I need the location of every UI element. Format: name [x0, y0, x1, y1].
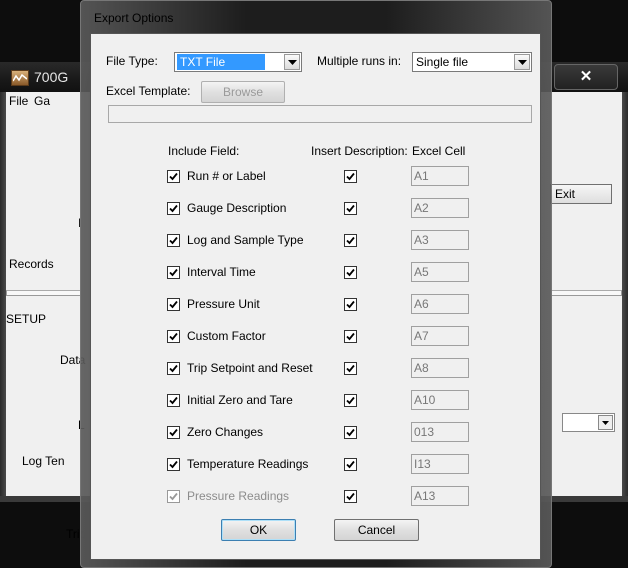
ok-button[interactable]: OK	[221, 519, 296, 541]
insert-description-checkbox[interactable]	[344, 394, 357, 407]
field-row: Temperature Readings I13	[91, 454, 541, 475]
browse-button[interactable]: Browse	[201, 81, 285, 103]
field-label: Initial Zero and Tare	[187, 393, 293, 407]
multiple-runs-label: Multiple runs in:	[317, 54, 402, 68]
excel-template-label: Excel Template:	[106, 84, 191, 98]
chevron-down-icon	[514, 54, 530, 70]
excel-cell-field[interactable]: A8	[411, 358, 469, 378]
menu-file[interactable]: File	[9, 94, 28, 108]
excel-cell-field[interactable]: A10	[411, 390, 469, 410]
excel-cell-field[interactable]: A6	[411, 294, 469, 314]
insert-description-checkbox[interactable]	[344, 458, 357, 471]
chevron-down-icon	[284, 54, 300, 70]
file-type-value: TXT File	[177, 54, 265, 70]
include-field-checkbox[interactable]	[167, 362, 180, 375]
file-type-label: File Type:	[106, 54, 158, 68]
field-label: Interval Time	[187, 265, 256, 279]
dialog-title: Export Options	[94, 11, 174, 25]
include-field-checkbox[interactable]	[167, 330, 180, 343]
close-icon[interactable]: ✕	[554, 64, 618, 90]
include-field-checkbox[interactable]	[167, 202, 180, 215]
insert-description-checkbox[interactable]	[344, 202, 357, 215]
export-options-dialog: Export Options File Type: TXT File Multi…	[80, 0, 552, 568]
excel-cell-field[interactable]: A13	[411, 486, 469, 506]
field-label: Gauge Description	[187, 201, 287, 215]
field-row: Custom Factor A7	[91, 326, 541, 347]
bg-dropdown[interactable]	[562, 413, 615, 432]
field-label: Zero Changes	[187, 425, 264, 439]
bg-progress-right	[551, 290, 622, 296]
field-row: Initial Zero and Tare A10	[91, 390, 541, 411]
field-label: Run # or Label	[187, 169, 266, 183]
background-window-title: 700G	[34, 69, 69, 85]
excel-cell-field[interactable]: 013	[411, 422, 469, 442]
field-label: Log and Sample Type	[187, 233, 304, 247]
app-icon	[11, 70, 29, 86]
field-row: Gauge Description A2	[91, 198, 541, 219]
insert-description-checkbox[interactable]	[344, 426, 357, 439]
field-label: Pressure Readings	[187, 489, 290, 503]
excel-cell-field[interactable]: A3	[411, 230, 469, 250]
bg-label-records: Records	[9, 257, 54, 271]
include-field-checkbox[interactable]	[167, 426, 180, 439]
header-insert-description: Insert Description:	[311, 144, 408, 158]
include-field-checkbox[interactable]	[167, 266, 180, 279]
bg-progress-left	[6, 290, 81, 296]
multiple-runs-select[interactable]: Single file	[412, 52, 532, 72]
header-include-field: Include Field:	[168, 144, 240, 158]
include-field-checkbox[interactable]	[167, 490, 180, 503]
field-row: Pressure Readings A13	[91, 486, 541, 507]
chevron-down-icon	[598, 415, 613, 430]
field-row: Zero Changes 013	[91, 422, 541, 443]
field-label: Trip Setpoint and Reset	[187, 361, 313, 375]
window-border-right	[622, 92, 628, 502]
excel-cell-field[interactable]: A2	[411, 198, 469, 218]
insert-description-checkbox[interactable]	[344, 362, 357, 375]
field-row: Interval Time A5	[91, 262, 541, 283]
field-row: Log and Sample Type A3	[91, 230, 541, 251]
excel-cell-field[interactable]: A1	[411, 166, 469, 186]
excel-cell-field[interactable]: A5	[411, 262, 469, 282]
include-field-checkbox[interactable]	[167, 170, 180, 183]
include-field-checkbox[interactable]	[167, 234, 180, 247]
bg-label-log-ten: Log Ten	[22, 454, 65, 468]
include-field-checkbox[interactable]	[167, 394, 180, 407]
multiple-runs-value: Single file	[416, 55, 469, 69]
header-excel-cell: Excel Cell	[412, 144, 466, 158]
excel-cell-field[interactable]: I13	[411, 454, 469, 474]
field-label: Temperature Readings	[187, 457, 309, 471]
insert-description-checkbox[interactable]	[344, 170, 357, 183]
insert-description-checkbox[interactable]	[344, 298, 357, 311]
exit-button[interactable]: Exit	[550, 184, 612, 204]
file-type-select[interactable]: TXT File	[174, 52, 302, 72]
field-label: Pressure Unit	[187, 297, 260, 311]
excel-cell-field[interactable]: A7	[411, 326, 469, 346]
include-field-checkbox[interactable]	[167, 458, 180, 471]
cancel-button[interactable]: Cancel	[334, 519, 419, 541]
menu-ga[interactable]: Ga	[34, 94, 50, 108]
field-label: Custom Factor	[187, 329, 266, 343]
insert-description-checkbox[interactable]	[344, 266, 357, 279]
include-field-checkbox[interactable]	[167, 298, 180, 311]
field-row: Trip Setpoint and Reset A8	[91, 358, 541, 379]
bg-label-setup: SETUP	[6, 312, 47, 326]
field-row: Run # or Label A1	[91, 166, 541, 187]
template-path-field[interactable]	[108, 105, 532, 123]
field-row: Pressure Unit A6	[91, 294, 541, 315]
insert-description-checkbox[interactable]	[344, 330, 357, 343]
insert-description-checkbox[interactable]	[344, 490, 357, 503]
insert-description-checkbox[interactable]	[344, 234, 357, 247]
dialog-client-area: File Type: TXT File Multiple runs in: Si…	[90, 33, 541, 560]
